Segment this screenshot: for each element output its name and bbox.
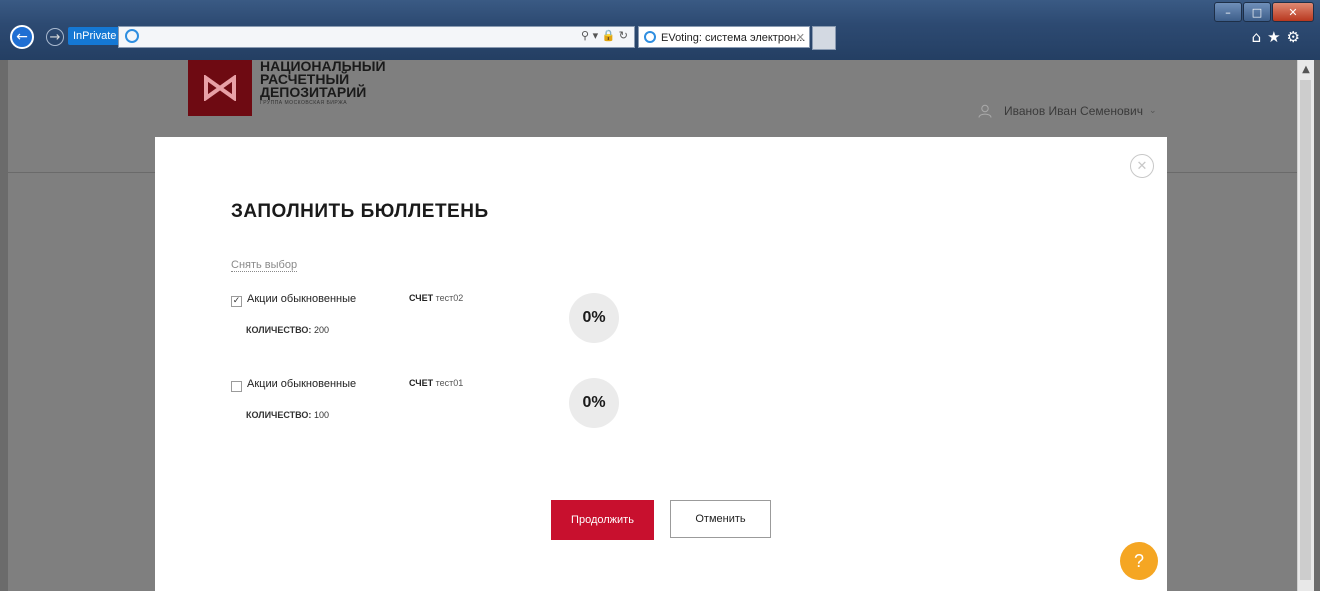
continue-button[interactable]: Продолжить (551, 500, 654, 540)
maximize-button[interactable]: □ (1243, 2, 1271, 22)
checkbox[interactable] (231, 381, 242, 392)
close-icon[interactable]: ✕ (1130, 154, 1154, 178)
logo-icon (204, 75, 236, 101)
security-name: Акции обыкновенные (247, 378, 357, 390)
percent-circle: 0% (569, 293, 619, 343)
help-button[interactable]: ? (1120, 542, 1158, 580)
quantity-value: 200 (313, 325, 329, 335)
cancel-button[interactable]: Отменить (670, 500, 771, 538)
minimize-button[interactable]: – (1214, 2, 1242, 22)
quantity-label: КОЛИЧЕСТВО: (246, 325, 312, 335)
quantity-info: КОЛИЧЕСТВО: 200 (246, 325, 329, 335)
security-name: Акции обыкновенные (247, 293, 357, 305)
arrow-right-icon: → (49, 29, 61, 45)
ie-icon (644, 31, 656, 43)
scroll-thumb[interactable] (1300, 80, 1311, 580)
browser-tools[interactable]: ⌂★⚙ (1252, 28, 1306, 46)
arrow-left-icon: ← (16, 29, 28, 45)
quantity-label: КОЛИЧЕСТВО: (246, 410, 312, 420)
logo-line: ДЕПОЗИТАРИЙ (260, 84, 367, 100)
logo-mark[interactable] (188, 60, 252, 116)
modal-title: ЗАПОЛНИТЬ БЮЛЛЕТЕНЬ (231, 201, 489, 222)
ballot-modal: ✕ ЗАПОЛНИТЬ БЮЛЛЕТЕНЬ Снять выбор ✓ Акци… (155, 137, 1167, 591)
clear-selection-link[interactable]: Снять выбор (231, 259, 298, 272)
logo-subtitle: ГРУППА МОСКОВСКАЯ БИРЖА (260, 100, 348, 106)
browser-chrome: – □ ✕ ← → InPrivate ⚲ ▾ 🔒 ↻ EVoting: сис… (0, 0, 1320, 60)
scroll-up-icon[interactable]: ▲ (1298, 62, 1314, 78)
back-button[interactable]: ← (10, 25, 34, 49)
address-bar[interactable]: ⚲ ▾ 🔒 ↻ (118, 26, 635, 48)
checkbox[interactable]: ✓ (231, 296, 242, 307)
scrollbar[interactable]: ▲ (1297, 60, 1314, 591)
account-value: тест02 (435, 293, 464, 303)
chevron-down-icon: ⌄ (1148, 106, 1157, 116)
logo-text: НАЦИОНАЛЬНЫЙ РАСЧЕТНЫЙ ДЕПОЗИТАРИЙ ГРУПП… (260, 60, 386, 107)
forward-button[interactable]: → (46, 28, 64, 46)
percent-circle: 0% (569, 378, 619, 428)
tab-title: EVoting: система электрон... (661, 32, 806, 44)
user-name: Иванов Иван Семенович (1004, 104, 1143, 118)
new-tab-button[interactable] (812, 26, 836, 50)
account-label: СЧЕТ (409, 293, 434, 303)
account-info: СЧЕТ тест01 (409, 378, 463, 388)
tab-close-icon[interactable]: ✕ (796, 27, 805, 47)
user-icon (978, 104, 992, 118)
quantity-value: 100 (313, 410, 329, 420)
user-menu[interactable]: Иванов Иван Семенович ⌄ (978, 104, 1157, 118)
account-info: СЧЕТ тест02 (409, 293, 463, 303)
browser-tab[interactable]: EVoting: система электрон... ✕ (638, 26, 810, 48)
list-item: ✓ Акции обыкновенные СЧЕТ тест02 КОЛИЧЕС… (231, 293, 651, 353)
inprivate-badge: InPrivate (68, 27, 122, 45)
account-label: СЧЕТ (409, 378, 434, 388)
list-item: Акции обыкновенные СЧЕТ тест01 КОЛИЧЕСТВ… (231, 378, 651, 438)
address-controls[interactable]: ⚲ ▾ 🔒 ↻ (581, 29, 628, 42)
ie-icon (125, 29, 139, 43)
site-header: НАЦИОНАЛЬНЫЙ РАСЧЕТНЫЙ ДЕПОЗИТАРИЙ ГРУПП… (8, 60, 1298, 146)
account-value: тест01 (435, 378, 464, 388)
quantity-info: КОЛИЧЕСТВО: 100 (246, 410, 329, 420)
close-window-button[interactable]: ✕ (1272, 2, 1314, 22)
window-controls: – □ ✕ (1213, 2, 1314, 22)
